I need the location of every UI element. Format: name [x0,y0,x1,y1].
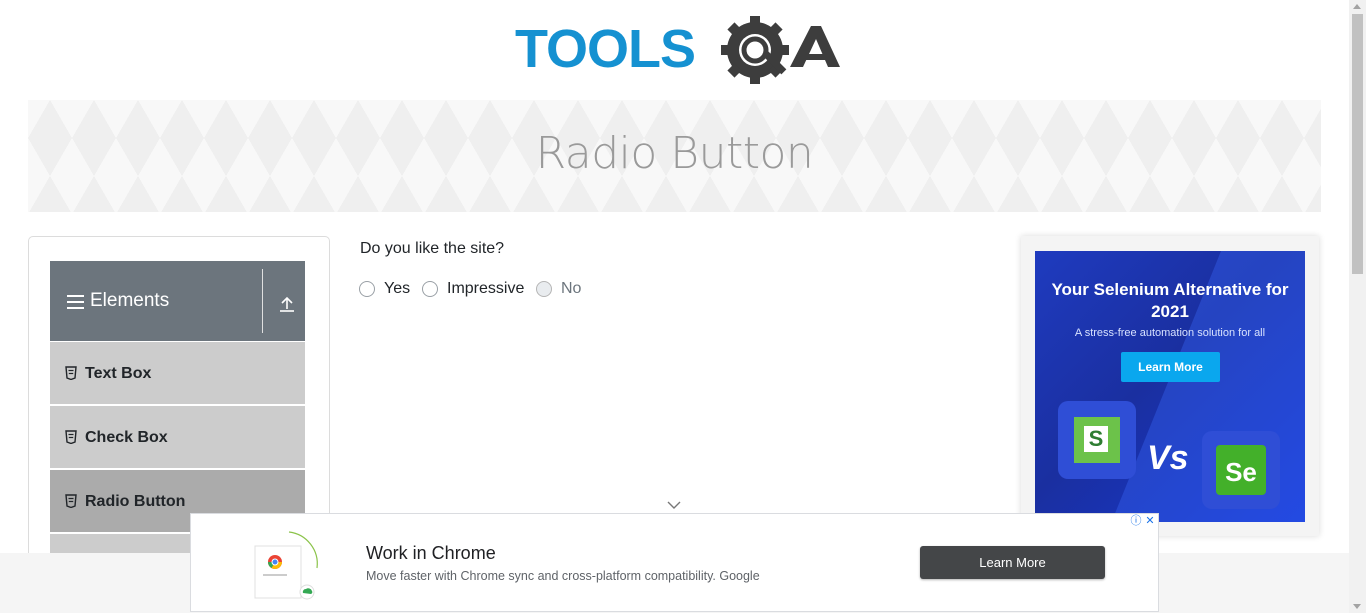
no-radio-label: No [561,280,582,297]
page-scrollbar[interactable] [1349,0,1366,613]
html5-icon [65,366,77,380]
chrome-ad-headline: Work in Chrome [366,543,496,563]
selenium-logo: Se [1202,431,1280,509]
page-banner: Radio Button [28,100,1321,212]
testproject-logo: S [1058,401,1136,479]
scroll-down-icon[interactable] [1353,604,1361,609]
sidebar-group-title: Elements [90,290,170,311]
chrome-ad-body: Move faster with Chrome sync and cross-p… [366,569,760,583]
yes-radio-label[interactable]: Yes [384,280,410,298]
header-divider [262,269,263,333]
adchoices[interactable]: ⓘ ✕ [1129,514,1157,528]
impressive-radio[interactable] [422,281,438,297]
scroll-up-icon[interactable] [1353,4,1361,9]
ad-subline: A stress-free automation solution for al… [1074,327,1266,339]
svg-text:TOOLS: TOOLS [515,19,695,79]
chevron-down-icon[interactable] [667,500,681,510]
menu-icon [67,295,84,313]
logo-graphic: TOOLS [515,16,840,84]
page-title: Radio Button [535,128,814,179]
tile-left-text: S [1084,426,1108,452]
sidebar-item-label: Check Box [85,429,168,446]
collapse-up-icon[interactable] [278,295,296,313]
radio-option-yes[interactable]: Yes [359,279,410,299]
chrome-ad-image [254,531,318,600]
chrome-ad-learn-more-button[interactable]: Learn More [920,546,1105,579]
sidebar-item-text-box[interactable]: Text Box [50,342,305,406]
ad-selenium-alternative[interactable]: Your Selenium Alternative for 2021 A str… [1035,251,1305,522]
no-radio [536,281,552,297]
impressive-radio-label[interactable]: Impressive [447,280,524,298]
scrollbar-thumb[interactable] [1352,14,1363,274]
sidebar-item-check-box[interactable]: Check Box [50,406,305,470]
info-icon[interactable]: ⓘ [1129,514,1143,528]
sidebar-item-label: Radio Button [85,493,186,510]
yes-radio[interactable] [359,281,375,297]
ad-learn-more-button[interactable]: Learn More [1121,352,1220,382]
radio-option-impressive[interactable]: Impressive [422,279,524,299]
html5-icon [65,494,77,508]
ad-chrome[interactable]: Work in Chrome Move faster with Chrome s… [190,513,1159,612]
radio-option-no: No [536,279,581,299]
close-icon[interactable]: ✕ [1143,514,1157,528]
sidebar-item-label: Text Box [85,365,152,382]
radio-question: Do you like the site? [360,240,505,257]
sidebar-group-elements[interactable]: Elements [50,261,305,341]
toolsqa-logo[interactable]: TOOLS [515,14,840,92]
ad-vs-text: Vs [1147,439,1189,477]
ad-headline: Your Selenium Alternative for 2021 [1051,280,1289,321]
tile-right-text: Se [1216,445,1266,495]
html5-icon [65,430,77,444]
